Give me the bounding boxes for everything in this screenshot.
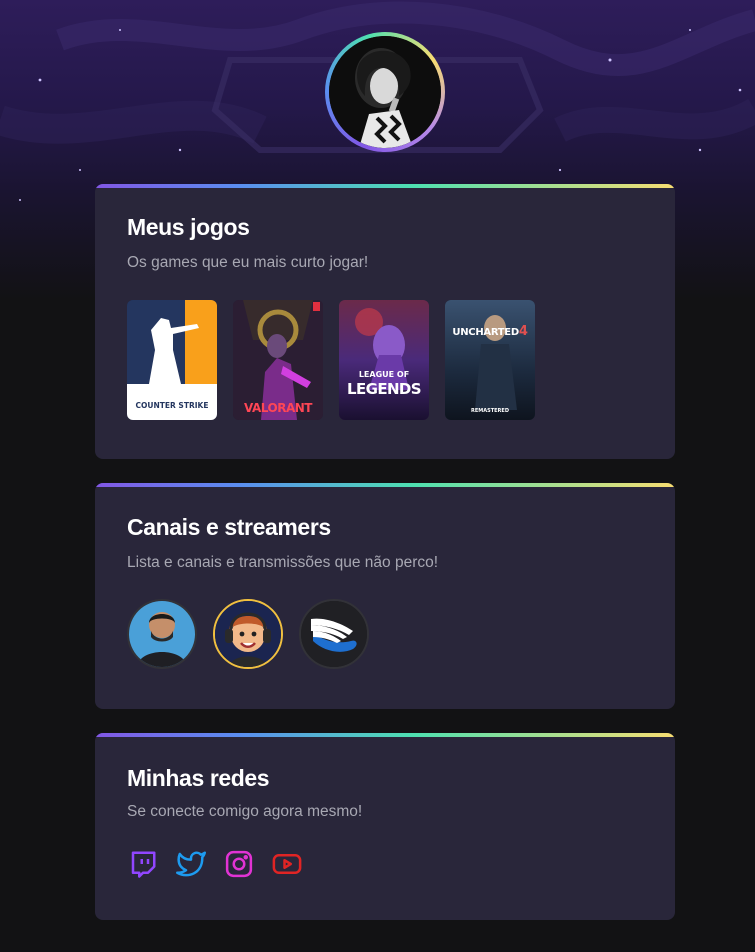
game-uncharted-4[interactable]: UNCHARTED4 REMASTERED [445,300,535,420]
profile-photo [329,36,441,148]
game-label-legends: LEGENDS [347,380,422,398]
streamer-avatar-3[interactable] [299,599,369,669]
streamer-photo-icon [129,601,195,667]
game-league-of-legends[interactable]: LEAGUE OF LEGENDS [339,300,429,420]
game-valorant[interactable]: VALORANT [233,300,323,420]
game-counter-strike[interactable]: COUNTER STRIKE [127,300,217,420]
streamer-cartoon-icon [215,601,281,667]
channels-card-title: Canais e streamers [127,514,331,540]
league-of-legends-cover-icon [339,300,429,420]
social-card-subtitle: Se conecte comigo agora mesmo! [127,803,363,820]
game-label-league-of: LEAGUE OF [358,370,410,379]
channels-card-subtitle: Lista e canais e transmissões que não pe… [127,554,439,571]
streamer-avatar-1[interactable] [127,599,197,669]
games-card-title: Meus jogos [127,214,250,240]
game-label-remastered: REMASTERED [471,408,509,414]
streamer-avatar-2[interactable] [213,599,283,669]
profile-avatar [325,32,445,152]
game-label-strike: STRIKE [178,401,209,410]
youtube-icon[interactable] [272,849,302,879]
game-label-uncharted: UNCHARTED [452,327,519,338]
twitch-icon[interactable] [128,849,158,879]
games-card: Meus jogos Os games que eu mais curto jo… [95,184,675,459]
channels-card: Canais e streamers Lista e canais e tran… [95,483,675,709]
game-label-counter: COUNTER [135,401,176,410]
twitter-icon[interactable] [176,849,206,879]
winged-logo-icon [301,601,367,667]
instagram-icon[interactable] [224,849,254,879]
game-label-valorant: VALORANT [244,401,312,415]
social-card-title: Minhas redes [127,765,270,791]
social-card: Minhas redes Se conecte comigo agora mes… [95,733,675,920]
game-label-number: 4 [518,324,528,339]
uncharted-4-cover-icon [445,300,535,420]
games-card-subtitle: Os games que eu mais curto jogar! [127,254,369,271]
